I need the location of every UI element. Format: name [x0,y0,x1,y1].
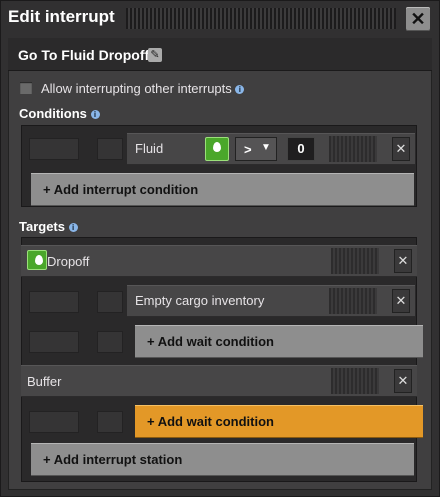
condition-slot[interactable] [97,411,123,433]
drag-handle[interactable] [126,8,396,29]
drag-handle[interactable] [329,288,377,314]
comparator-value: > [244,142,252,157]
add-interrupt-station-button[interactable]: + Add interrupt station [31,443,414,476]
station-row-buffer[interactable]: Buffer ✕ [21,365,417,397]
drag-handle[interactable] [331,248,379,274]
drag-handle[interactable] [331,368,379,394]
wait-condition-row[interactable]: Empty cargo inventory ✕ [127,285,415,317]
condition-value-field[interactable]: 0 [287,137,315,161]
remove-station-button[interactable]: ✕ [394,249,412,273]
targets-heading: Targets i [19,219,78,234]
remove-wait-condition-button[interactable]: ✕ [392,289,410,313]
condition-slot[interactable] [29,138,79,160]
station-row-dropoff[interactable]: Dropoff ✕ [21,245,417,277]
condition-slot[interactable] [97,138,123,160]
drag-handle[interactable] [329,136,377,162]
add-interrupt-station-label: + Add interrupt station [43,452,183,467]
close-button[interactable]: ✕ [406,7,430,31]
interrupt-panel: Go To Fluid Dropoff ✎ Allow interrupting… [8,38,432,490]
title-bar: Edit interrupt ✕ [0,0,440,36]
station-name: Buffer [27,374,62,389]
station-name: Dropoff [47,254,90,269]
condition-row[interactable]: Fluid > ▼ 0 ✕ [127,133,415,165]
condition-slot[interactable] [97,291,123,313]
add-wait-condition-label: + Add wait condition [147,334,274,349]
remove-station-button[interactable]: ✕ [394,369,412,393]
info-icon: i [90,110,100,120]
interrupt-header: Go To Fluid Dropoff ✎ [8,38,432,70]
conditions-heading: Conditions i [19,106,100,121]
conditions-heading-text: Conditions [19,106,87,121]
condition-slot[interactable] [29,331,79,353]
add-interrupt-condition-label: + Add interrupt condition [43,182,199,197]
remove-condition-button[interactable]: ✕ [392,137,410,161]
add-interrupt-condition-button[interactable]: + Add interrupt condition [31,173,414,206]
targets-heading-text: Targets [19,219,65,234]
allow-interrupting-checkbox[interactable] [20,82,32,94]
comparator-dropdown[interactable]: > ▼ [235,137,277,161]
fluid-drop-icon [27,250,47,270]
fluid-drop-icon[interactable] [205,137,229,161]
targets-panel: Dropoff ✕ Empty cargo inventory ✕ + Add … [21,237,423,482]
condition-label: Fluid [135,141,164,156]
allow-interrupting-text: Allow interrupting other interrupts [41,81,232,96]
info-icon: i [68,223,78,233]
chevron-down-icon: ▼ [261,142,271,153]
condition-slot[interactable] [97,331,123,353]
add-wait-condition-button[interactable]: + Add wait condition [135,325,423,358]
pencil-icon[interactable]: ✎ [148,48,162,62]
condition-slot[interactable] [29,291,79,313]
add-wait-condition-button[interactable]: + Add wait condition [135,405,423,438]
wait-condition-label: Empty cargo inventory [135,293,265,308]
info-icon: i [235,85,245,95]
window-title: Edit interrupt [8,7,115,26]
condition-slot[interactable] [29,411,79,433]
allow-interrupting-label: Allow interrupting other interrupts i [41,81,245,96]
add-wait-condition-label: + Add wait condition [147,414,274,429]
conditions-panel: Fluid > ▼ 0 ✕ + Add interrupt condition [21,125,417,207]
interrupt-name: Go To Fluid Dropoff [18,47,150,63]
edit-interrupt-window: Edit interrupt ✕ Go To Fluid Dropoff ✎ A… [0,0,440,497]
